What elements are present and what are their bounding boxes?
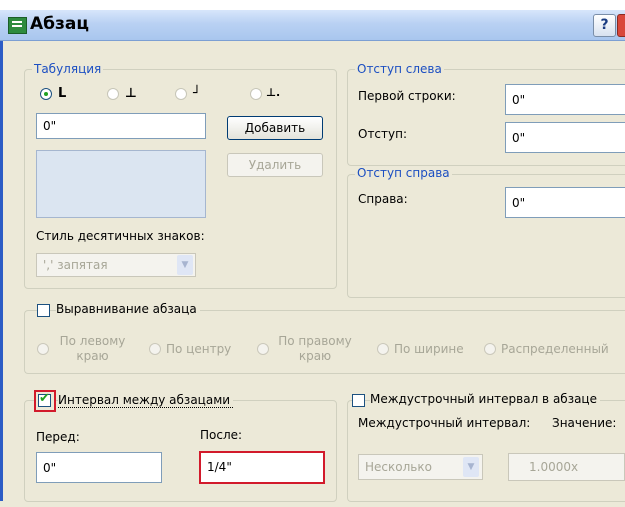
- align-justify-label: По ширине: [394, 342, 464, 356]
- delete-button[interactable]: Удалить: [227, 153, 323, 177]
- right-input[interactable]: 0": [505, 187, 625, 218]
- spacing-label: Интервал между абзацами: [58, 393, 234, 408]
- decimal-style-label: Стиль десятичных знаков:: [36, 229, 205, 243]
- tab-left-icon: L: [58, 86, 67, 101]
- align-left-radio[interactable]: [37, 343, 49, 355]
- window-title: Абзац: [30, 14, 89, 34]
- after-label: После:: [200, 428, 243, 442]
- decimal-style-select[interactable]: ',' запятая ▼: [36, 253, 196, 277]
- line-spacing-mode-select[interactable]: Несколько ▼: [358, 454, 483, 480]
- first-line-input[interactable]: 0": [505, 84, 625, 115]
- spacing-checkbox[interactable]: ✔: [38, 391, 51, 407]
- chevron-down-icon: ▼: [177, 255, 193, 275]
- tab-list[interactable]: [36, 150, 206, 218]
- align-justify-radio[interactable]: [377, 343, 389, 355]
- indent-input[interactable]: 0": [505, 122, 625, 153]
- checkmark-icon: ✔: [39, 391, 50, 406]
- line-spacing-value-input[interactable]: 1.0000x: [508, 453, 625, 481]
- tab-right-radio[interactable]: [175, 88, 187, 100]
- line-spacing-mode-value: Несколько: [365, 460, 432, 474]
- tab-left-radio[interactable]: [40, 88, 52, 100]
- after-input[interactable]: 1/4": [199, 451, 325, 484]
- app-icon: [8, 17, 27, 34]
- align-distributed-radio[interactable]: [484, 343, 496, 355]
- before-input[interactable]: 0": [36, 452, 162, 483]
- align-center-radio[interactable]: [149, 343, 161, 355]
- add-button[interactable]: Добавить: [227, 116, 323, 140]
- tab-position-input[interactable]: 0": [36, 113, 206, 139]
- tab-decimal-radio[interactable]: [250, 88, 262, 100]
- tab-decimal-icon: ⊥.: [266, 86, 281, 99]
- tab-center-icon: ⊥: [125, 86, 137, 101]
- chevron-down-icon: ▼: [463, 457, 479, 477]
- align-center-label: По центру: [166, 342, 232, 356]
- align-right-radio[interactable]: [257, 343, 269, 355]
- decimal-style-value: ',' запятая: [43, 258, 108, 272]
- help-button[interactable]: ?: [593, 14, 616, 37]
- title-bar[interactable]: [0, 10, 625, 41]
- indent-label: Отступ:: [358, 127, 408, 141]
- right-label: Справа:: [358, 192, 408, 206]
- tab-center-radio[interactable]: [107, 88, 119, 100]
- alignment-label: Выравнивание абзаца: [56, 302, 200, 316]
- line-spacing-label: Междустрочный интервал в абзаце: [370, 392, 600, 406]
- before-label: Перед:: [36, 430, 80, 444]
- align-distributed-label: Распределенный: [501, 342, 609, 356]
- left-indent-title: Отступ слева: [355, 62, 444, 76]
- first-line-label: Первой строки:: [358, 89, 456, 103]
- right-indent-title: Отступ справа: [355, 166, 452, 180]
- window-border: [0, 41, 3, 501]
- close-button[interactable]: [617, 14, 625, 37]
- line-spacing-checkbox[interactable]: [352, 394, 365, 407]
- value-label: Значение:: [552, 416, 617, 430]
- tab-right-icon: ┘: [193, 86, 201, 101]
- align-left-label: По левому краю: [59, 334, 126, 363]
- alignment-checkbox[interactable]: [37, 304, 50, 317]
- interval-label: Междустрочный интервал:: [358, 416, 531, 430]
- tabs-group-title: Табуляция: [32, 62, 104, 76]
- align-right-label: По правому краю: [278, 334, 352, 363]
